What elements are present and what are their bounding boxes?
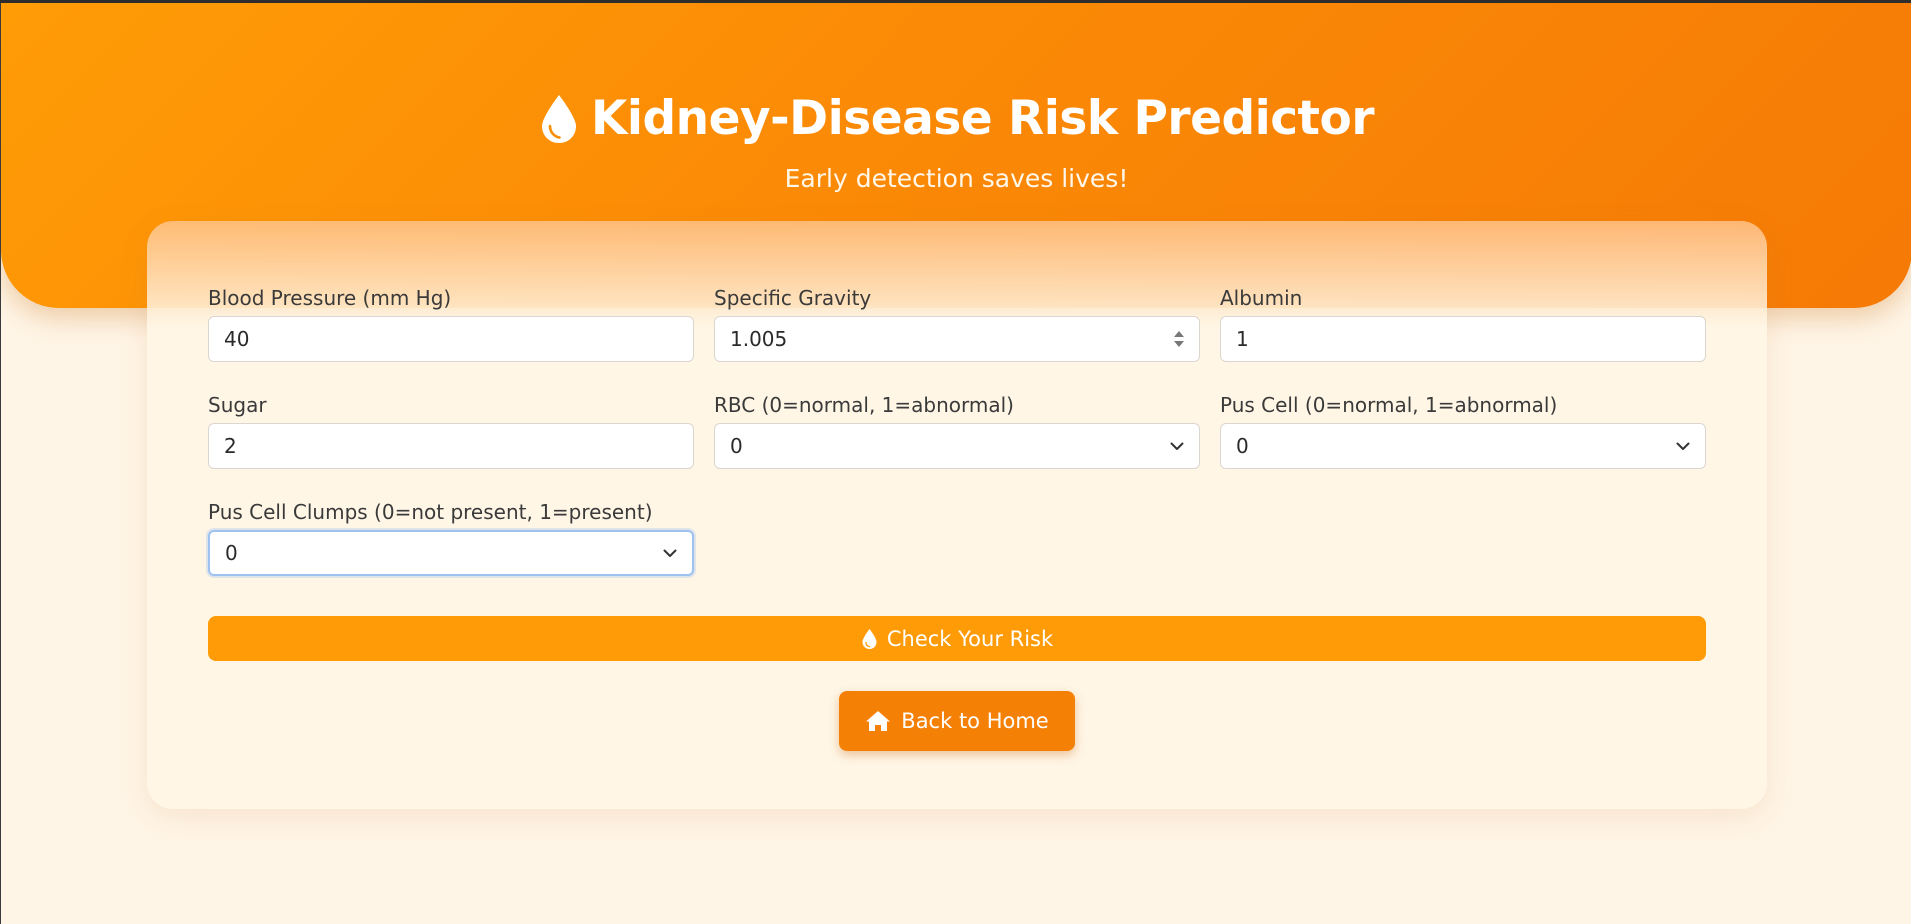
- pus-cell-value: 0: [1236, 434, 1249, 458]
- chevron-down-icon: [663, 549, 677, 557]
- rbc-value: 0: [730, 434, 743, 458]
- pus-cell-clumps-value: 0: [225, 541, 238, 565]
- page-subtitle: Early detection saves lives!: [784, 164, 1129, 193]
- rbc-label: RBC (0=normal, 1=abnormal): [714, 393, 1014, 417]
- pus-cell-label: Pus Cell (0=normal, 1=abnormal): [1220, 393, 1558, 417]
- specific-gravity-input[interactable]: 1.005: [714, 316, 1200, 362]
- page-title: Kidney-Disease Risk Predictor: [590, 91, 1375, 146]
- droplet-icon: [541, 95, 576, 143]
- pus-cell-field: Pus Cell (0=normal, 1=abnormal) 0: [1220, 392, 1706, 469]
- albumin-input[interactable]: 1: [1220, 316, 1706, 362]
- droplet-icon: [862, 628, 877, 649]
- albumin-label: Albumin: [1220, 286, 1303, 310]
- albumin-field: Albumin 1: [1220, 285, 1706, 362]
- home-icon: [866, 711, 891, 731]
- albumin-value: 1: [1236, 327, 1249, 351]
- pus-cell-select[interactable]: 0: [1220, 423, 1706, 469]
- back-to-home-label: Back to Home: [901, 709, 1049, 733]
- check-risk-button[interactable]: Check Your Risk: [208, 616, 1706, 661]
- sugar-field: Sugar 2: [208, 392, 694, 469]
- rbc-field: RBC (0=normal, 1=abnormal) 0: [714, 392, 1200, 469]
- check-risk-label: Check Your Risk: [886, 626, 1054, 651]
- blood-pressure-input[interactable]: 40: [208, 316, 694, 362]
- spin-down-icon[interactable]: [1174, 341, 1184, 347]
- sugar-value: 2: [224, 434, 237, 458]
- pus-cell-clumps-select[interactable]: 0: [208, 530, 694, 576]
- specific-gravity-value: 1.005: [730, 327, 788, 351]
- rbc-select[interactable]: 0: [714, 423, 1200, 469]
- pus-cell-clumps-label: Pus Cell Clumps (0=not present, 1=presen…: [208, 500, 653, 524]
- specific-gravity-label: Specific Gravity: [714, 286, 872, 310]
- blood-pressure-label: Blood Pressure (mm Hg): [208, 286, 452, 310]
- title-row: Kidney-Disease Risk Predictor: [1, 91, 1911, 147]
- form-card: Blood Pressure (mm Hg) 40 Specific Gravi…: [147, 221, 1767, 809]
- blood-pressure-value: 40: [224, 327, 250, 351]
- blood-pressure-field: Blood Pressure (mm Hg) 40: [208, 285, 694, 362]
- chevron-down-icon: [1676, 442, 1690, 450]
- specific-gravity-field: Specific Gravity 1.005: [714, 285, 1200, 362]
- chevron-down-icon: [1170, 442, 1184, 450]
- page: Kidney-Disease Risk Predictor Early dete…: [0, 3, 1911, 924]
- pus-cell-clumps-field: Pus Cell Clumps (0=not present, 1=presen…: [208, 499, 694, 576]
- spin-up-icon[interactable]: [1174, 331, 1184, 337]
- sugar-input[interactable]: 2: [208, 423, 694, 469]
- sugar-label: Sugar: [208, 393, 267, 417]
- back-to-home-button[interactable]: Back to Home: [839, 691, 1075, 751]
- number-spinner[interactable]: [1174, 331, 1184, 347]
